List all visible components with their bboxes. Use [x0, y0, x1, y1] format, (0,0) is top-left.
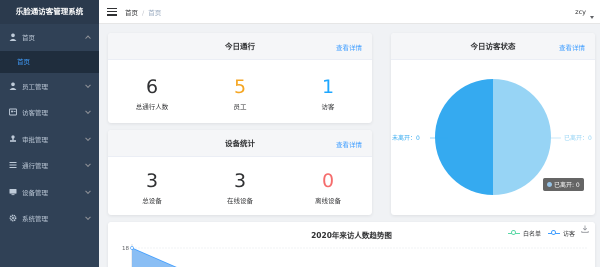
stat-label: 访客: [321, 103, 335, 111]
sidebar-item-visitors[interactable]: 访客管理: [0, 99, 99, 126]
sidebar-item-label: 访客管理: [22, 109, 48, 118]
submenu-item-home[interactable]: 首页: [0, 51, 99, 73]
topbar: 首页 / 首页 zcy: [99, 0, 600, 24]
stat-total: 6 总通行人数: [108, 76, 195, 111]
id-card-icon: [8, 108, 17, 117]
stat-visitor: 1 访客: [284, 76, 371, 111]
stat-value: 3: [233, 170, 247, 192]
sidebar-item-label: 首页: [22, 34, 35, 43]
user-menu[interactable]: zcy: [575, 8, 586, 16]
stat-value: 0: [321, 170, 335, 192]
sidebar: 乐脸通访客管理系统 首页 首页 员工管理 访客管理 审批管理 通行管理 设备管理…: [0, 0, 99, 267]
view-details-link[interactable]: 查看详情: [336, 139, 362, 149]
card-header: 今日访客状态 查看详情: [391, 33, 595, 60]
sidebar-item-home[interactable]: 首页: [0, 24, 99, 51]
stat-online-devices: 3 在线设备: [196, 170, 283, 205]
sidebar-item-label: 系统管理: [22, 215, 48, 224]
card-title: 设备统计: [225, 138, 255, 148]
card-title: 今日通行: [225, 41, 255, 51]
chevron-down-icon: [85, 108, 91, 115]
stats-row: 6 总通行人数 5 员工 1 访客: [108, 60, 372, 111]
breadcrumb-home[interactable]: 首页: [125, 9, 138, 17]
stat-label: 在线设备: [226, 197, 253, 205]
legend-marker: [508, 230, 520, 235]
sidebar-item-label: 通行管理: [22, 162, 48, 171]
card-header: 今日通行 查看详情: [108, 33, 372, 60]
user-icon: [8, 33, 17, 42]
card-header: 设备统计 查看详情: [108, 130, 372, 157]
sidebar-item-label: 设备管理: [22, 188, 48, 197]
legend-whitelist[interactable]: 白名单: [508, 229, 541, 238]
visitor-point[interactable]: [130, 246, 134, 250]
device-stats-card: 设备统计 查看详情 3 总设备 3 在线设备 0 离线设备: [108, 130, 372, 215]
pie-label-not-left: 未离开：0: [392, 134, 420, 142]
gear-icon: [8, 214, 17, 223]
sidebar-item-label: 员工管理: [22, 82, 48, 91]
user-icon: [8, 81, 17, 90]
chevron-up-icon: [85, 35, 91, 42]
stat-value: 3: [145, 170, 159, 192]
y-tick-label: 18: [122, 246, 129, 252]
trend-chart: 18: [122, 244, 588, 267]
sidebar-item-access[interactable]: 通行管理: [0, 152, 99, 179]
stat-staff: 5 员工: [196, 76, 283, 111]
stat-label: 员工: [233, 103, 247, 111]
pie-slice-left[interactable]: [493, 79, 551, 195]
monitor-icon: [8, 187, 17, 196]
pie-chart: 未离开：0 已离开：0 已离开: 0: [391, 60, 595, 215]
card-title: 今日访客状态: [470, 41, 516, 51]
caret-down-icon[interactable]: [590, 16, 594, 19]
sidebar-item-approval[interactable]: 审批管理: [0, 126, 99, 153]
view-details-link[interactable]: 查看详情: [336, 42, 362, 52]
legend-label: 访客: [563, 231, 576, 238]
chevron-down-icon: [85, 214, 91, 221]
breadcrumb-separator: /: [142, 8, 145, 17]
chart-title: 2020年来访人数趋势图: [311, 230, 392, 240]
breadcrumb-current: 首页: [148, 8, 162, 17]
stats-row: 3 总设备 3 在线设备 0 离线设备: [108, 157, 372, 205]
stat-value: 1: [321, 76, 335, 98]
today-pass-card: 今日通行 查看详情 6 总通行人数 5 员工 1 访客: [108, 33, 372, 123]
sidebar-item-devices[interactable]: 设备管理: [0, 179, 99, 206]
sidebar-item-staff[interactable]: 员工管理: [0, 73, 99, 100]
visitor-status-card: 今日访客状态 查看详情 未离开：0 已离开：0 已离开: 0: [391, 33, 595, 215]
stat-total-devices: 3 总设备: [108, 170, 195, 205]
legend-visitor[interactable]: 访客: [548, 229, 575, 238]
legend-marker: [548, 230, 560, 235]
tooltip-dot: [547, 182, 552, 187]
pie-tooltip: 已离开: 0: [543, 178, 584, 191]
chevron-down-icon: [85, 188, 91, 194]
legend-label: 白名单: [523, 231, 542, 238]
stat-label: 离线设备: [314, 197, 341, 205]
app-title: 乐脸通访客管理系统: [0, 0, 99, 24]
stat-value: 5: [233, 76, 247, 98]
sidebar-item-label: 审批管理: [22, 135, 48, 144]
hamburger-icon[interactable]: [107, 7, 117, 16]
stat-value: 6: [145, 76, 159, 98]
submenu: 首页: [0, 50, 99, 73]
stat-offline-devices: 0 离线设备: [284, 170, 371, 205]
view-details-link[interactable]: 查看详情: [559, 42, 585, 52]
pie-label-left: 已离开：0: [564, 134, 592, 142]
download-icon[interactable]: [581, 225, 589, 235]
sidebar-item-system[interactable]: 系统管理: [0, 205, 99, 232]
stat-label: 总通行人数: [135, 103, 169, 111]
chevron-down-icon: [85, 135, 91, 141]
chevron-down-icon: [85, 82, 91, 88]
pie-slice-not-left[interactable]: [435, 79, 493, 195]
list-icon: [8, 161, 17, 170]
chevron-down-icon: [85, 161, 91, 168]
stamp-icon: [8, 134, 17, 143]
stat-label: 总设备: [142, 197, 162, 205]
breadcrumb: 首页 / 首页: [125, 7, 161, 17]
trend-card: 2020年来访人数趋势图 白名单 访客 18: [108, 222, 595, 267]
tooltip-text: 已离开: 0: [554, 182, 580, 189]
